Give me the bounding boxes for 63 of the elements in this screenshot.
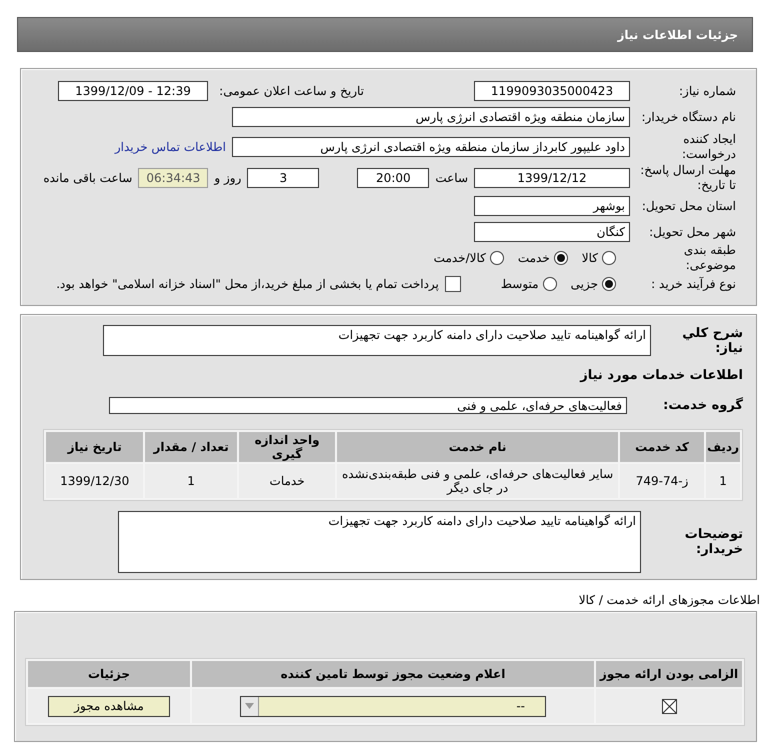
table-cell: 1399/12/30 [46,464,144,498]
field-label: نوع فرآیند خرید : [650,276,736,292]
contact-link[interactable]: اطلاعات تماس خریدار [114,140,226,154]
checkbox[interactable] [662,698,676,714]
radio-label: متوسط [500,277,539,291]
table-cell: ز-74-749 [620,464,704,498]
countdown-field: 06:34:43 [138,168,208,188]
announce-date-field: 1399/12/09 - 12:39 [58,81,208,101]
buyer-notes-field: ارائه گواهینامه تایید صلاحیت دارای دامنه کاربرد جهت تجهیزات [118,511,641,573]
radio-button[interactable] [490,251,504,265]
field-label: نام دستگاه خریدار: [640,110,736,124]
table-cell: 1 [145,464,237,498]
status-dropdown[interactable]: -- [240,696,546,716]
page-title: جزئیات اطلاعات نیاز [17,17,753,52]
radio-label: خدمت [518,251,550,265]
table-cell: خدمات [238,464,336,498]
column-header: کد خدمت [620,432,704,462]
field-label: شهر محل تحویل: [648,224,736,240]
time-label: ساعت [435,171,468,185]
checkbox[interactable] [444,276,461,292]
section-heading: اطلاعات خدمات مورد نیاز [580,368,743,383]
radio-button[interactable] [602,277,616,291]
days-label: روز و [214,171,242,185]
radio-button[interactable] [554,251,568,265]
radio-label: کالا/خدمت [434,251,486,265]
radio-button[interactable] [602,251,616,265]
radio-label: کالا [582,251,598,265]
payment-label: پرداخت تمام یا بخشی از مبلغ خرید،از محل "اسناد خزانه اسلامی" خواهد بود. [56,277,439,291]
radio-label: جزیی [570,277,598,291]
province-field: بوشهر [474,196,630,216]
field-label: استان محل تحویل: [640,198,736,214]
column-header: جزئیات [28,661,190,687]
section-heading: اطلاعات مجوزهای ارائه خدمت / کالا [578,593,760,607]
column-header: واحد اندازه گیری [238,432,336,462]
column-header: نام خدمت [337,432,618,462]
column-header: تاریخ نیاز [46,432,144,462]
column-header: اعلام وضعیت مجوز توسط تامین کننده [192,661,594,687]
field-label: شماره نیاز: [678,84,736,98]
days-field: 3 [247,168,320,188]
service-group-field: فعالیت‌های حرفه‌ای، علمی و فنی [109,397,627,414]
deadline-date-field: 1399/12/12 [474,168,630,188]
field-label: تاریخ و ساعت اعلان عمومی: [218,84,364,98]
need-number-field: 1199093035000423 [474,81,630,101]
summary-label: شرح کلي نياز: [681,326,743,356]
table-cell: 1 [706,464,740,498]
city-field: کنگان [474,222,630,242]
table-cell: سایر فعالیت‌های حرفه‌ای، علمی و فنی طبقه‌بندی‌نشده در جای دیگر [337,464,618,498]
caret-icon [245,703,254,709]
column-header: ردیف [706,432,740,462]
field-label: ایجاد کننده درخواست: [681,132,736,162]
creator-field: داود علیپور کابرداز سازمان منطقه ویژه اقتصادی انرژی پارس [232,137,630,157]
radio-button[interactable] [542,277,557,291]
group-label: گروه خدمت: [662,398,743,413]
column-header: الزامی بودن ارائه مجوز [596,661,742,687]
field-label: مهلت ارسال پاسخ: تا تاریخ: [639,163,736,193]
deadline-time-field: 20:00 [357,168,430,188]
remaining-label: ساعت باقی مانده [43,171,132,185]
notes-label: توضیحات خریدار: [684,527,743,557]
buyer-field: سازمان منطقه ویژه اقتصادی انرژی پارس [232,107,630,127]
summary-field: ارائه گواهینامه تایید صلاحیت دارای دامنه کاربرد جهت تجهیزات [103,325,651,356]
column-header: تعداد / مقدار [145,432,237,462]
field-label: طبقه بندی موضوعی: [682,243,736,273]
view-permit-button[interactable]: مشاهده مجوز [48,696,170,716]
